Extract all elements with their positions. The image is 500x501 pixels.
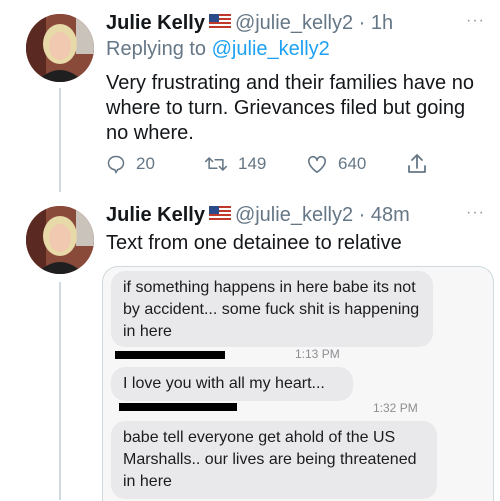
reply-icon (107, 155, 125, 174)
tweet-actions: 20 149 640 (106, 152, 466, 182)
author-handle-time[interactable]: @julie_kelly2 · 48m (235, 204, 410, 227)
media-image[interactable]: if something happens in here babe its no… (102, 266, 494, 501)
retweet-icon (204, 157, 228, 171)
message-bubble: if something happens in here babe its no… (111, 271, 433, 347)
author-handle-time[interactable]: @julie_kelly2 · 1h (235, 12, 393, 35)
us-flag-icon (208, 206, 231, 221)
reply-count: 20 (136, 154, 155, 173)
tweet-text: Text from one detainee to relative (106, 232, 402, 254)
message-time: 1:13 PM (295, 347, 340, 361)
like-button[interactable]: 640 (306, 154, 366, 174)
author-name[interactable]: Julie Kelly (106, 204, 205, 227)
replying-to-label: Replying to (106, 38, 212, 60)
reply-button[interactable]: 20 (106, 154, 155, 174)
avatar[interactable] (26, 206, 94, 274)
more-options-icon[interactable]: ··· (466, 204, 485, 222)
us-flag-icon (208, 14, 231, 29)
tweet-header: Julie Kelly @julie_kelly2 · 48m (106, 202, 410, 228)
retweet-count: 149 (238, 154, 267, 173)
thread-line (59, 88, 61, 192)
retweet-button[interactable]: 149 (204, 154, 266, 174)
avatar-image-icon (26, 206, 94, 274)
heart-icon (308, 155, 326, 173)
share-icon (408, 154, 426, 173)
tweet-header: Julie Kelly @julie_kelly2 · 1h (106, 10, 393, 36)
redaction-bar (115, 351, 225, 359)
tweet-text: Very frustrating and their families have… (106, 72, 474, 144)
more-options-icon[interactable]: ··· (466, 12, 485, 30)
share-button[interactable] (406, 152, 438, 176)
avatar-image-icon (26, 14, 94, 82)
replying-to-handle[interactable]: @julie_kelly2 (212, 38, 330, 60)
like-count: 640 (338, 154, 367, 173)
thread-line (59, 282, 61, 500)
message-time: 1:32 PM (373, 401, 418, 415)
author-name[interactable]: Julie Kelly (106, 12, 205, 35)
replying-to: Replying to @julie_kelly2 (106, 38, 330, 61)
message-bubble: I love you with all my heart... (111, 367, 353, 401)
message-bubble: babe tell everyone get ahold of the US M… (111, 421, 437, 499)
redaction-bar (119, 403, 237, 411)
avatar[interactable] (26, 14, 94, 82)
